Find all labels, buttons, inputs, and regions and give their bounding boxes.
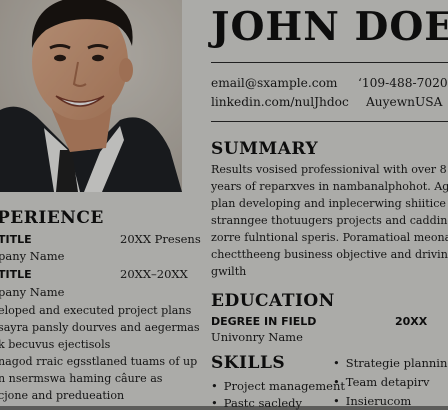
skill-item: Team detapirv — [333, 375, 430, 389]
portrait-photo — [0, 0, 182, 192]
summary-line: Results vosised professionival with over… — [211, 163, 447, 176]
job-company: pany Name — [0, 285, 65, 299]
candidate-name: JOHN DOE — [211, 4, 448, 50]
degree-text: DEGREE IN FIELD — [211, 315, 317, 328]
experience-line: nagod rraic egsstlaned tuams of up — [0, 355, 198, 368]
summary-line: checttheeng business objective and drivi… — [211, 248, 448, 261]
education-year: 20XX — [395, 315, 428, 328]
header-divider — [211, 62, 448, 63]
experience-line: eloped and executed project plans — [0, 304, 192, 317]
job-title: TITLE — [0, 233, 32, 246]
experience-line: cjone and predueation — [0, 389, 125, 402]
experience-line: k becuvus ejectisols — [0, 338, 111, 351]
summary-line: zorre fulntional speris. Poramatioal meo… — [211, 231, 448, 244]
job-dates: 20XX Presens — [120, 232, 201, 246]
summary-line: plan developing and inplecerwing shiitic… — [211, 197, 446, 210]
experience-heading: PERIENCE — [0, 208, 104, 228]
summary-line: stranngee thotuugers projects and caddin… — [211, 214, 448, 227]
skill-item: Pastc sacledy — [211, 396, 302, 410]
experience-line: n nsermswa haming câure as — [0, 372, 163, 385]
skill-item: Project management — [211, 379, 345, 393]
skill-item: Strategie planning — [333, 356, 448, 370]
contact-divider — [211, 121, 448, 122]
education-heading: EDUCATION — [211, 291, 335, 311]
job-company: pany Name — [0, 249, 65, 263]
email-text: email@sxample.com — [211, 76, 338, 90]
job-dates: 20XX–20XX — [120, 267, 188, 281]
location-text: AuyewnUSA — [366, 95, 443, 109]
summary-line: years of reparxves in nambanalphohot. Ag… — [211, 180, 448, 193]
linkedin-text: linkedin.com/nulJhdoc — [211, 95, 349, 109]
summary-line: gwilth — [211, 265, 247, 278]
resume-page: JOHN DOE email@sxample.com ʻ109-488-7020… — [0, 0, 448, 410]
skills-heading: SKILLS — [211, 353, 286, 373]
portrait-illustration — [0, 0, 182, 192]
phone-text: ʻ109-488-7020 — [358, 76, 448, 90]
job-title: TITLE — [0, 268, 32, 281]
experience-line: sayra pansly dourves and aegermas — [0, 321, 200, 334]
school-name: Univonry Name — [211, 330, 303, 344]
summary-heading: SUMMARY — [211, 139, 319, 159]
